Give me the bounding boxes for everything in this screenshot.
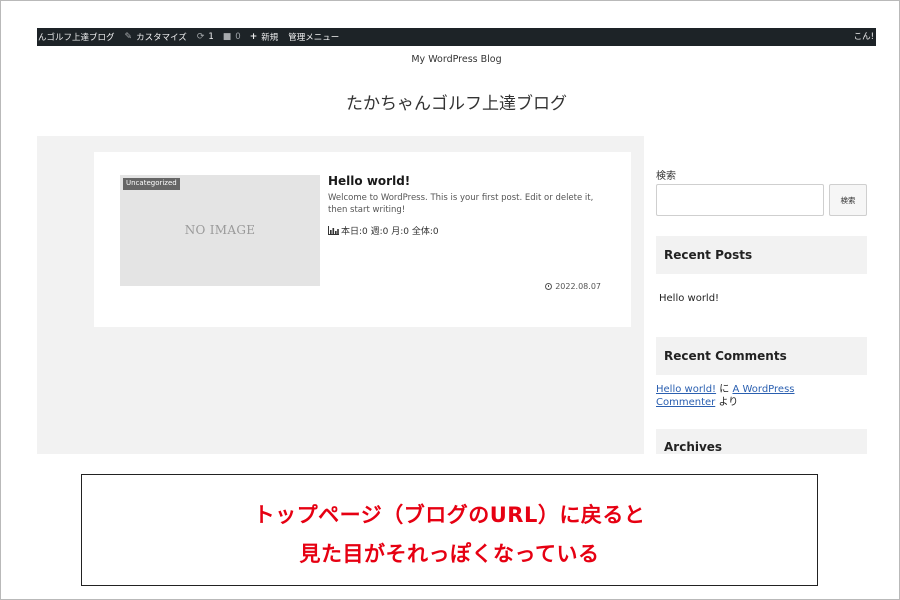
post-stats-text: 本日:0 週:0 月:0 全体:0: [341, 227, 439, 237]
post-thumbnail[interactable]: Uncategorized NO IMAGE: [120, 175, 320, 286]
caption-line-1: トップページ（ブログのURL）に戻ると: [253, 503, 646, 527]
category-badge[interactable]: Uncategorized: [123, 178, 180, 190]
comment-ni-text: に: [719, 384, 730, 395]
recent-comment-item: Hello world! に A WordPress Commenter より: [656, 384, 856, 409]
site-title[interactable]: たかちゃんゴルフ上達ブログ: [37, 89, 876, 114]
archives-heading: Archives: [656, 429, 867, 454]
recent-post-link[interactable]: Hello world!: [659, 293, 719, 304]
admin-bar-new[interactable]: + 新規: [250, 28, 279, 46]
search-label: 検索: [656, 171, 676, 182]
site-tagline: My WordPress Blog: [411, 54, 502, 65]
admin-bar: んゴルフ上達ブログ ✎ カスタマイズ ⟳ 1 ■ 0 + 新規 管理メニュー こ…: [37, 28, 876, 46]
post-stats: 本日:0 週:0 月:0 全体:0: [328, 224, 439, 237]
comment-yori-text: より: [718, 396, 739, 408]
recent-comments-heading: Recent Comments: [656, 337, 867, 375]
admin-bar-comments[interactable]: ■ 0: [223, 28, 241, 46]
paintbrush-icon: ✎: [124, 32, 133, 42]
updates-icon: ⟳: [196, 32, 205, 42]
post-card: Uncategorized NO IMAGE Hello world! Welc…: [94, 152, 631, 327]
admin-bar-site-name[interactable]: んゴルフ上達ブログ: [38, 28, 115, 46]
site-name-label: んゴルフ上達ブログ: [38, 33, 115, 43]
admin-bar-admin-menu[interactable]: 管理メニュー: [288, 28, 339, 46]
post-date-text: 2022.08.07: [555, 282, 601, 291]
comment-bubble-icon: ■: [222, 32, 232, 42]
no-image-placeholder: NO IMAGE: [184, 223, 256, 237]
plus-icon: +: [249, 32, 258, 42]
clock-icon: [545, 283, 553, 290]
greeting-label: こん!: [853, 32, 874, 42]
post-title[interactable]: Hello world!: [328, 174, 410, 188]
caption-line-2: 見た目がそれっぽくなっている: [299, 542, 600, 566]
new-label: 新規: [261, 33, 279, 43]
admin-bar-account[interactable]: こん!: [854, 28, 876, 46]
admin-menu-label: 管理メニュー: [288, 33, 340, 43]
admin-bar-updates[interactable]: ⟳ 1: [197, 28, 214, 46]
search-button[interactable]: 検索: [829, 184, 867, 216]
post-excerpt: Welcome to WordPress. This is your first…: [328, 193, 594, 215]
customize-label: カスタマイズ: [136, 33, 187, 43]
comment-post-link[interactable]: Hello world!: [656, 384, 716, 395]
recent-posts-heading: Recent Posts: [656, 236, 867, 274]
bar-chart-icon: [328, 226, 339, 235]
sidebar: 検索 検索 Recent Posts Hello world! Recent C…: [644, 136, 876, 454]
search-input[interactable]: [656, 184, 824, 216]
caption-box: トップページ（ブログのURL）に戻ると 見た目がそれっぽくなっている: [81, 474, 818, 586]
updates-count: 1: [208, 32, 214, 42]
post-date: 2022.08.07: [545, 282, 601, 291]
comments-count: 0: [235, 32, 241, 42]
admin-bar-customize[interactable]: ✎ カスタマイズ: [125, 28, 187, 46]
